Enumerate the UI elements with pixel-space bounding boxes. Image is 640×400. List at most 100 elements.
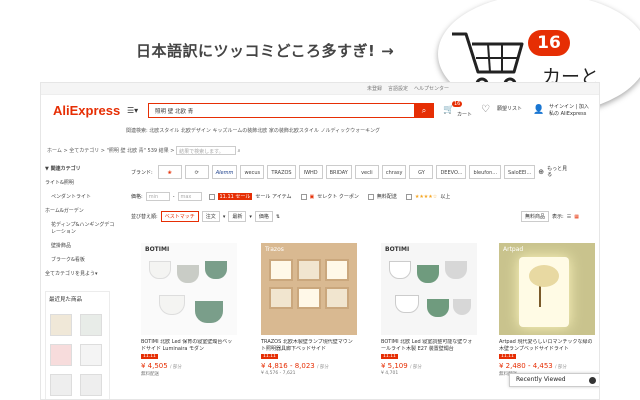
- list-view-icon[interactable]: ☰: [567, 214, 571, 220]
- category-menu-icon[interactable]: ☰▾: [127, 106, 138, 115]
- product-title[interactable]: TRAZOS 北欧木製壁ランプ現代壁マウント照明器具廊下ベッドサイド: [261, 339, 357, 353]
- recent-thumb[interactable]: [50, 314, 72, 336]
- price-dash: -: [172, 193, 175, 200]
- sale-badge: 11.11 セール: [217, 193, 253, 200]
- price-value: ¥ 4,816 - 8,023: [261, 362, 315, 370]
- related-searches[interactable]: 関連検索: 北欧スタイル 北欧デザイン キッズルームの装飾北欧 家の装飾北欧スタ…: [126, 127, 380, 134]
- product-title[interactable]: BOTIMI 北欧 Led 保育の寝室壁燭台ベッドサイド Luminaira モ…: [141, 339, 237, 353]
- sidebar-see-all[interactable]: 全てカテゴリを見よう▾: [45, 270, 115, 277]
- brand-option[interactable]: BRIDAY: [325, 165, 352, 179]
- recent-thumb[interactable]: [80, 374, 102, 396]
- sidebar-item[interactable]: ホーム&ガーデン: [45, 207, 115, 214]
- price-value: ¥ 4,505: [141, 362, 168, 370]
- product-image[interactable]: Trazos: [261, 243, 357, 335]
- recent-thumb[interactable]: [80, 344, 102, 366]
- header-cart-label[interactable]: カート: [457, 111, 472, 118]
- product-image[interactable]: BOTIMI: [141, 243, 237, 335]
- recent-thumb[interactable]: [50, 344, 72, 366]
- brand-more-icon[interactable]: ⊕: [538, 168, 544, 176]
- sidebar-item[interactable]: ライト&照明: [45, 179, 115, 186]
- recent-thumb[interactable]: [80, 314, 102, 336]
- free-shipping-checkbox[interactable]: [367, 193, 374, 200]
- sidebar-item[interactable]: 花ディンプ&ハンギングデコレーション: [45, 221, 115, 235]
- product-image[interactable]: Artpad: [499, 243, 595, 335]
- brand-more-link[interactable]: もっと見る: [547, 166, 569, 178]
- sort-newest[interactable]: 最新: [228, 211, 247, 222]
- search-button[interactable]: ⌕: [414, 103, 434, 118]
- price-min-input[interactable]: min: [145, 192, 170, 201]
- price-unit: / 部分: [169, 365, 182, 370]
- product-sub: ¥ 4,576 - 7,621: [261, 371, 296, 376]
- product-title[interactable]: Artpad 現代愛らしいロマンチックな緑の木壁ランプベッドサイドライト: [499, 339, 595, 353]
- sale-tag: 11.11: [261, 354, 278, 359]
- product-image[interactable]: BOTIMI: [381, 243, 477, 335]
- breadcrumb-text[interactable]: ホーム > 全てカテゴリ > "照明 壁 北欧 青" 539 結果 >: [47, 148, 174, 154]
- price-unit: / 部分: [316, 365, 329, 370]
- product-price: ¥ 5,109 / 部分: [381, 362, 477, 370]
- brand-option[interactable]: GY: [409, 165, 434, 179]
- product-card[interactable]: Trazos TRAZOS 北欧木製壁ランプ現代壁マウント照明器具廊下ベッドサイ…: [261, 243, 357, 399]
- price-max-input[interactable]: max: [177, 192, 202, 201]
- sort-label: 並び替え順:: [131, 214, 158, 220]
- rating-label[interactable]: 以上: [440, 193, 450, 200]
- sort-price-arrow-icon: ⇅: [275, 213, 281, 220]
- sidebar-item[interactable]: 壁掛飾品: [45, 242, 115, 249]
- sale-label[interactable]: セール アイテム: [255, 193, 291, 200]
- brand-option[interactable]: bleufon...: [469, 165, 502, 179]
- wishlist-heart-icon[interactable]: ♡: [481, 104, 490, 115]
- brand-logo-1[interactable]: ❀: [157, 165, 182, 179]
- sort-newest-arrow-icon: ▾: [249, 213, 252, 220]
- brand-option[interactable]: chrasy: [381, 165, 407, 179]
- user-icon[interactable]: 👤: [533, 105, 544, 115]
- brand-option[interactable]: IWHD: [298, 165, 323, 179]
- coupon-icon: ▣: [309, 193, 315, 200]
- view-label: 表示:: [552, 214, 564, 220]
- sidebar-heading: ▼ 関連カテゴリ: [45, 166, 81, 172]
- topbar-item[interactable]: 未登録: [367, 85, 382, 92]
- coupon-checkbox[interactable]: [300, 193, 307, 200]
- product-card[interactable]: BOTIMI BOTIMI 北欧 Led 保育の寝室壁燭台ベッドサイド Lumi…: [141, 243, 237, 399]
- signin-links[interactable]: サインイン | 加入 私の AliExpress: [549, 104, 589, 118]
- brand-logo-3[interactable]: Alemm: [211, 165, 238, 179]
- signin-line[interactable]: サインイン | 加入: [549, 104, 589, 111]
- topbar-item[interactable]: ヘルプセンター: [414, 85, 449, 92]
- brand-logo-2[interactable]: ⟳: [184, 165, 209, 179]
- brand-filter-row: ブランド: ❀ ⟳ Alemm wecus TRAZOS IWHD BRIDAY…: [131, 165, 569, 179]
- product-brand-label: Trazos: [265, 246, 284, 253]
- sort-orders-arrow-icon: ▾: [222, 213, 226, 220]
- product-title[interactable]: BOTIMI 北欧 Led 寝室調整可能な壁ウォールライト木製 E27 装置壁燭…: [381, 339, 477, 353]
- search-within-icon[interactable]: ⌕: [238, 148, 241, 154]
- sort-price[interactable]: 価格: [254, 211, 273, 222]
- brand-option[interactable]: DEEVO...: [436, 165, 467, 179]
- brand-option[interactable]: wecus: [240, 165, 265, 179]
- sale-tag: 11.11: [499, 354, 516, 359]
- header-cart-badge: 16: [452, 101, 463, 107]
- grid-view-icon[interactable]: ▦: [574, 214, 579, 220]
- brand-option[interactable]: TRAZOS: [267, 165, 296, 179]
- my-aliexpress-link[interactable]: 私の AliExpress: [549, 111, 589, 118]
- recently-viewed-label: Recently Viewed: [516, 376, 566, 383]
- sidebar-item[interactable]: ブラーク&看板: [45, 256, 115, 263]
- search-within-input[interactable]: 結果で検索します。: [176, 146, 237, 155]
- search-input[interactable]: 照明 壁 北欧 青: [148, 103, 416, 118]
- free-shipping-label[interactable]: 無料配送: [377, 193, 397, 200]
- wishlist-label[interactable]: 願望リスト: [497, 105, 522, 112]
- caption: 日本語訳にツッコミどころ多すぎ! →: [136, 42, 395, 60]
- price-unit: / 部分: [409, 365, 422, 370]
- sort-best-match[interactable]: ベストマッチ: [160, 211, 199, 222]
- aliexpress-logo[interactable]: AliExpress: [53, 103, 120, 118]
- sale-checkbox[interactable]: [208, 193, 215, 200]
- sidebar-item[interactable]: ペンダントライト: [45, 193, 115, 200]
- rating-checkbox[interactable]: [405, 193, 412, 200]
- brand-option[interactable]: vecli: [354, 165, 379, 179]
- sort-orders[interactable]: 注文: [201, 211, 220, 222]
- product-card[interactable]: BOTIMI BOTIMI 北欧 Led 寝室調整可能な壁ウォールライト木製 E…: [381, 243, 477, 399]
- topbar-item[interactable]: 言語設定: [388, 85, 408, 92]
- recent-thumb[interactable]: [50, 374, 72, 396]
- cart-count-badge: 16: [528, 30, 570, 56]
- search-icon: ⌕: [421, 106, 427, 115]
- free-item-filter[interactable]: 無料商品: [521, 211, 550, 222]
- coupon-label[interactable]: セレクト クーポン: [317, 193, 359, 200]
- recently-viewed-button[interactable]: Recently Viewed: [509, 373, 599, 387]
- brand-option[interactable]: SaloEEI...: [504, 165, 536, 179]
